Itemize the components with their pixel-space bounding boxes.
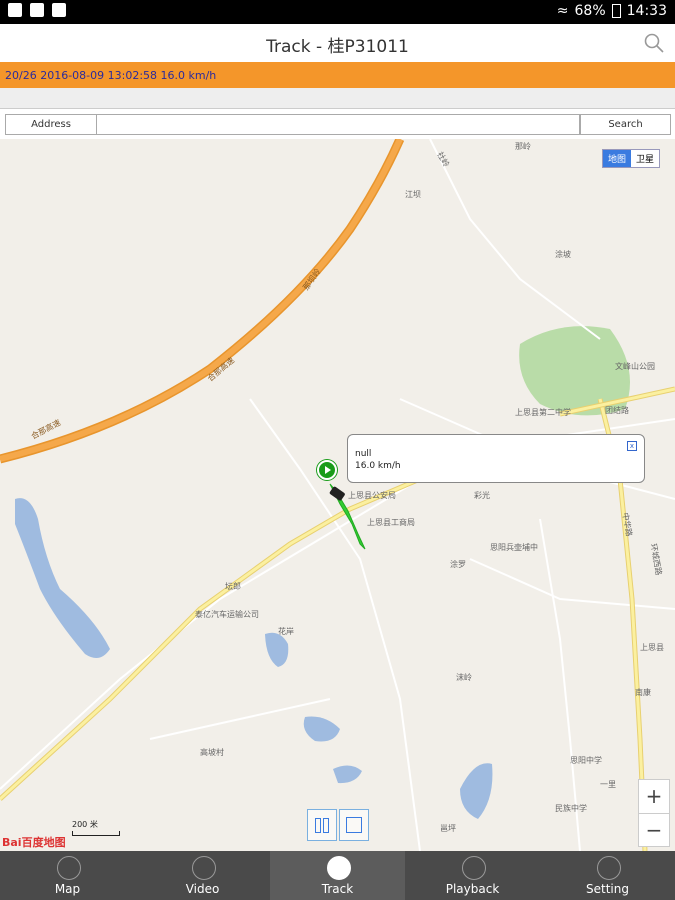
tab-setting[interactable]: Setting [540, 851, 675, 900]
title-bar: Track - 桂P31011 [0, 24, 675, 63]
map-label: 上思县公安局 [348, 491, 396, 500]
battery-percent: 68% [574, 3, 606, 19]
stop-icon [346, 817, 362, 833]
location-pin-icon [326, 856, 351, 880]
play-circle-icon [191, 856, 216, 880]
pause-icon [315, 818, 321, 833]
map-type-satellite[interactable]: 卫星 [631, 150, 659, 167]
popup-name: null [355, 449, 372, 459]
close-icon[interactable]: x [627, 441, 637, 451]
zoom-in-button[interactable]: + [639, 780, 669, 814]
scale-line [72, 831, 120, 836]
globe-icon [56, 856, 81, 880]
map-type-switch: 地图 卫星 [602, 149, 661, 168]
zoom-out-button[interactable]: − [639, 814, 669, 847]
wifi-icon: ≈ [556, 3, 569, 19]
popup-speed: 16.0 km/h [355, 461, 401, 471]
highway-outline [0, 139, 405, 464]
map-label: 民族中学 [555, 804, 587, 813]
tab-playback[interactable]: Playback [405, 851, 540, 900]
map-label: 上思县工商局 [367, 518, 415, 527]
status-bar: ≈ 68% 14:33 [0, 0, 675, 24]
image-icon [8, 3, 22, 17]
scale-bar: 200 米 [72, 819, 120, 836]
gear-icon [596, 856, 621, 880]
map-label: 沫岭 [456, 673, 472, 682]
pond-3 [333, 765, 362, 784]
page-title: Track - 桂P31011 [266, 37, 409, 57]
pause-icon-bar [323, 818, 329, 833]
tab-label: Track [321, 882, 354, 896]
map-label: 南康 [635, 688, 651, 697]
map-label: 江坝 [405, 190, 421, 199]
tab-label: Video [185, 882, 220, 896]
vehicle-icon [329, 486, 345, 501]
tab-video[interactable]: Video [135, 851, 270, 900]
map-label: 文峰山公园 [615, 362, 655, 371]
map-label: 思阳中学 [570, 756, 602, 765]
map-label: 思阳兵壶埔中 [490, 543, 538, 552]
scale-label: 200 米 [72, 820, 98, 829]
map-view[interactable]: 江坝 涂坡 那岭 社岭 合那高速 那坝岭 合那高速 文峰山公园 团结路 上思县第… [0, 139, 675, 851]
track-info-bar: 20/26 2016-08-09 13:02:58 16.0 km/h [0, 62, 675, 88]
map-label: 团结路 [605, 406, 629, 415]
stop-button[interactable] [339, 809, 369, 841]
search-icon[interactable] [643, 32, 665, 54]
map-type-map[interactable]: 地图 [603, 150, 632, 167]
pond-2 [303, 716, 340, 742]
highway [0, 139, 403, 462]
map-label: 彩光 [474, 491, 490, 500]
clock: 14:33 [626, 3, 667, 19]
pond-1 [265, 632, 289, 667]
lake-left [15, 498, 110, 658]
zoom-control: + − [638, 779, 670, 847]
track-info-text: 20/26 2016-08-09 13:02:58 16.0 km/h [5, 69, 217, 82]
map-label: 泰亿汽车运输公司 [195, 610, 259, 619]
search-button[interactable]: Search [580, 114, 671, 135]
map-label: 那岭 [515, 142, 531, 151]
map-label: 高坡村 [200, 748, 224, 757]
bottom-tab-bar: Map Video Track Playback Setting [0, 851, 675, 900]
file-icon [30, 3, 44, 17]
tab-label: Map [54, 882, 81, 896]
address-row: Address Search [0, 109, 675, 139]
map-label: 上思县第二中学 [515, 408, 571, 417]
pond-4 [460, 763, 493, 819]
progress-band [0, 88, 675, 109]
map-label: 上思县 [640, 643, 664, 652]
address-label: Address [5, 114, 97, 135]
playback-icon [461, 856, 486, 880]
map-label: 邕坪 [440, 824, 456, 833]
battery-icon [611, 4, 621, 18]
tab-label: Playback [445, 882, 500, 896]
photo-icon [52, 3, 66, 17]
map-label: 花岸 [278, 627, 294, 636]
map-canvas [0, 139, 675, 851]
tab-label: Setting [586, 882, 629, 896]
info-popup: x null 16.0 km/h [347, 434, 645, 483]
pause-button[interactable] [307, 809, 337, 841]
map-label: 坛郎 [225, 582, 241, 591]
map-label: 一里 [600, 780, 616, 789]
map-label: 涂罗 [450, 560, 466, 569]
baidu-logo: Bai百度地图 [2, 836, 66, 849]
tab-track[interactable]: Track [270, 851, 405, 900]
play-marker-icon[interactable] [317, 460, 337, 480]
address-input[interactable] [96, 114, 580, 135]
map-label: 涂坡 [555, 250, 571, 259]
tab-map[interactable]: Map [0, 851, 135, 900]
